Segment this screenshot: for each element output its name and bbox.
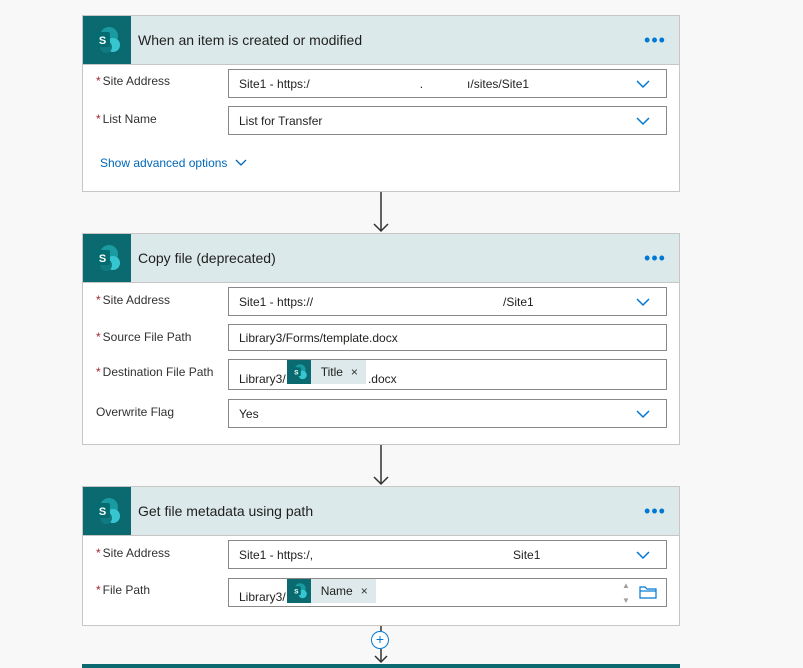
card-title: When an item is created or modified bbox=[138, 32, 363, 48]
site-address-label: * Site Address bbox=[96, 546, 171, 560]
down-arrow-icon bbox=[373, 445, 389, 486]
show-advanced-label: Show advanced options bbox=[100, 156, 228, 170]
svg-text:S: S bbox=[294, 369, 299, 376]
site-address-value-end: /Site1 bbox=[503, 294, 534, 309]
source-file-path-value: Library3/Forms/template.docx bbox=[239, 330, 398, 345]
copy-file-card-header[interactable]: S Copy file (deprecated) ••• bbox=[83, 234, 679, 283]
overwrite-flag-value: Yes bbox=[239, 406, 259, 421]
card-title: Copy file (deprecated) bbox=[138, 250, 276, 266]
destination-file-path-label: * Destination File Path bbox=[96, 365, 214, 379]
more-options-button[interactable]: ••• bbox=[643, 487, 667, 535]
chevron-down-icon[interactable] bbox=[636, 407, 650, 421]
scroll-down-icon[interactable]: ▼ bbox=[622, 596, 630, 605]
site-address-value-end: ı/sites/Site1 bbox=[467, 76, 530, 91]
remove-token-button[interactable]: × bbox=[361, 584, 368, 598]
sharepoint-icon: S bbox=[83, 16, 131, 64]
redacted-area bbox=[313, 293, 504, 310]
site-address-dropdown[interactable]: Site1 - https:// /Site1 bbox=[228, 287, 667, 316]
svg-text:S: S bbox=[99, 35, 106, 47]
redacted-area bbox=[309, 75, 420, 92]
dynamic-content-token[interactable]: S Name × bbox=[286, 579, 376, 603]
svg-text:S: S bbox=[99, 506, 106, 518]
sharepoint-icon: S bbox=[83, 487, 131, 535]
overwrite-flag-label: Overwrite Flag bbox=[96, 405, 175, 419]
site-address-dropdown[interactable]: Site1 - https:/ . ı/sites/Site1 bbox=[228, 69, 667, 98]
remove-token-button[interactable]: × bbox=[351, 365, 358, 379]
next-card-header-edge bbox=[82, 664, 680, 668]
more-options-button[interactable]: ••• bbox=[643, 16, 667, 64]
card-title: Get file metadata using path bbox=[138, 503, 314, 519]
get-file-metadata-card: S Get file metadata using path ••• * Site… bbox=[82, 486, 680, 626]
chevron-down-icon bbox=[235, 159, 247, 166]
file-path-input[interactable]: Library3/ S Name × ▲ ▼ bbox=[228, 578, 667, 607]
more-options-button[interactable]: ••• bbox=[643, 234, 667, 282]
chevron-down-icon[interactable] bbox=[636, 77, 650, 91]
chevron-down-icon[interactable] bbox=[636, 548, 650, 562]
site-address-value-start: Site1 - https:// bbox=[239, 294, 314, 309]
site-address-value-start: Site1 - https:/ bbox=[239, 76, 310, 91]
token-label: Name bbox=[320, 584, 353, 598]
site-address-value-start: Site1 - https:/, bbox=[239, 547, 314, 562]
site-address-label: * Site Address bbox=[96, 74, 171, 88]
sharepoint-icon: S bbox=[83, 234, 131, 282]
file-path-label: * File Path bbox=[96, 583, 151, 597]
destination-suffix: .docx bbox=[367, 372, 397, 386]
chevron-down-icon[interactable] bbox=[636, 295, 650, 309]
destination-prefix: Library3/ bbox=[239, 372, 286, 386]
token-label: Title bbox=[320, 365, 343, 379]
sharepoint-icon: S bbox=[286, 360, 311, 384]
list-name-value: List for Transfer bbox=[239, 113, 323, 128]
add-step-button[interactable]: + bbox=[371, 631, 389, 649]
site-address-value-end: Site1 bbox=[513, 547, 541, 562]
site-address-dropdown[interactable]: Site1 - https:/, Site1 bbox=[228, 540, 667, 569]
chevron-down-icon[interactable] bbox=[636, 114, 650, 128]
dynamic-content-token[interactable]: S Title × bbox=[286, 360, 366, 384]
show-advanced-options-link[interactable]: Show advanced options bbox=[100, 156, 247, 170]
trigger-card: S When an item is created or modified ••… bbox=[82, 15, 680, 192]
get-file-metadata-card-header[interactable]: S Get file metadata using path ••• bbox=[83, 487, 679, 536]
overwrite-flag-dropdown[interactable]: Yes bbox=[228, 399, 667, 428]
down-arrow-icon bbox=[373, 192, 389, 233]
svg-text:S: S bbox=[99, 253, 106, 265]
sharepoint-icon: S bbox=[286, 579, 311, 603]
list-name-label: * List Name bbox=[96, 112, 157, 126]
redacted-area bbox=[313, 546, 514, 563]
field-scroll-control[interactable]: ▲ ▼ bbox=[620, 581, 632, 605]
redacted-area bbox=[423, 75, 468, 92]
source-file-path-label: * Source File Path bbox=[96, 330, 192, 344]
file-path-prefix: Library3/ bbox=[239, 590, 286, 604]
scroll-up-icon[interactable]: ▲ bbox=[622, 581, 630, 590]
copy-file-card: S Copy file (deprecated) ••• * Site Addre… bbox=[82, 233, 680, 445]
site-address-label: * Site Address bbox=[96, 293, 171, 307]
source-file-path-input[interactable]: Library3/Forms/template.docx bbox=[228, 324, 667, 351]
folder-icon[interactable] bbox=[639, 585, 657, 599]
svg-text:S: S bbox=[294, 588, 299, 595]
list-name-dropdown[interactable]: List for Transfer bbox=[228, 106, 667, 135]
destination-file-path-input[interactable]: Library3/ S Title × .docx bbox=[228, 359, 667, 390]
trigger-card-header[interactable]: S When an item is created or modified ••… bbox=[83, 16, 679, 65]
